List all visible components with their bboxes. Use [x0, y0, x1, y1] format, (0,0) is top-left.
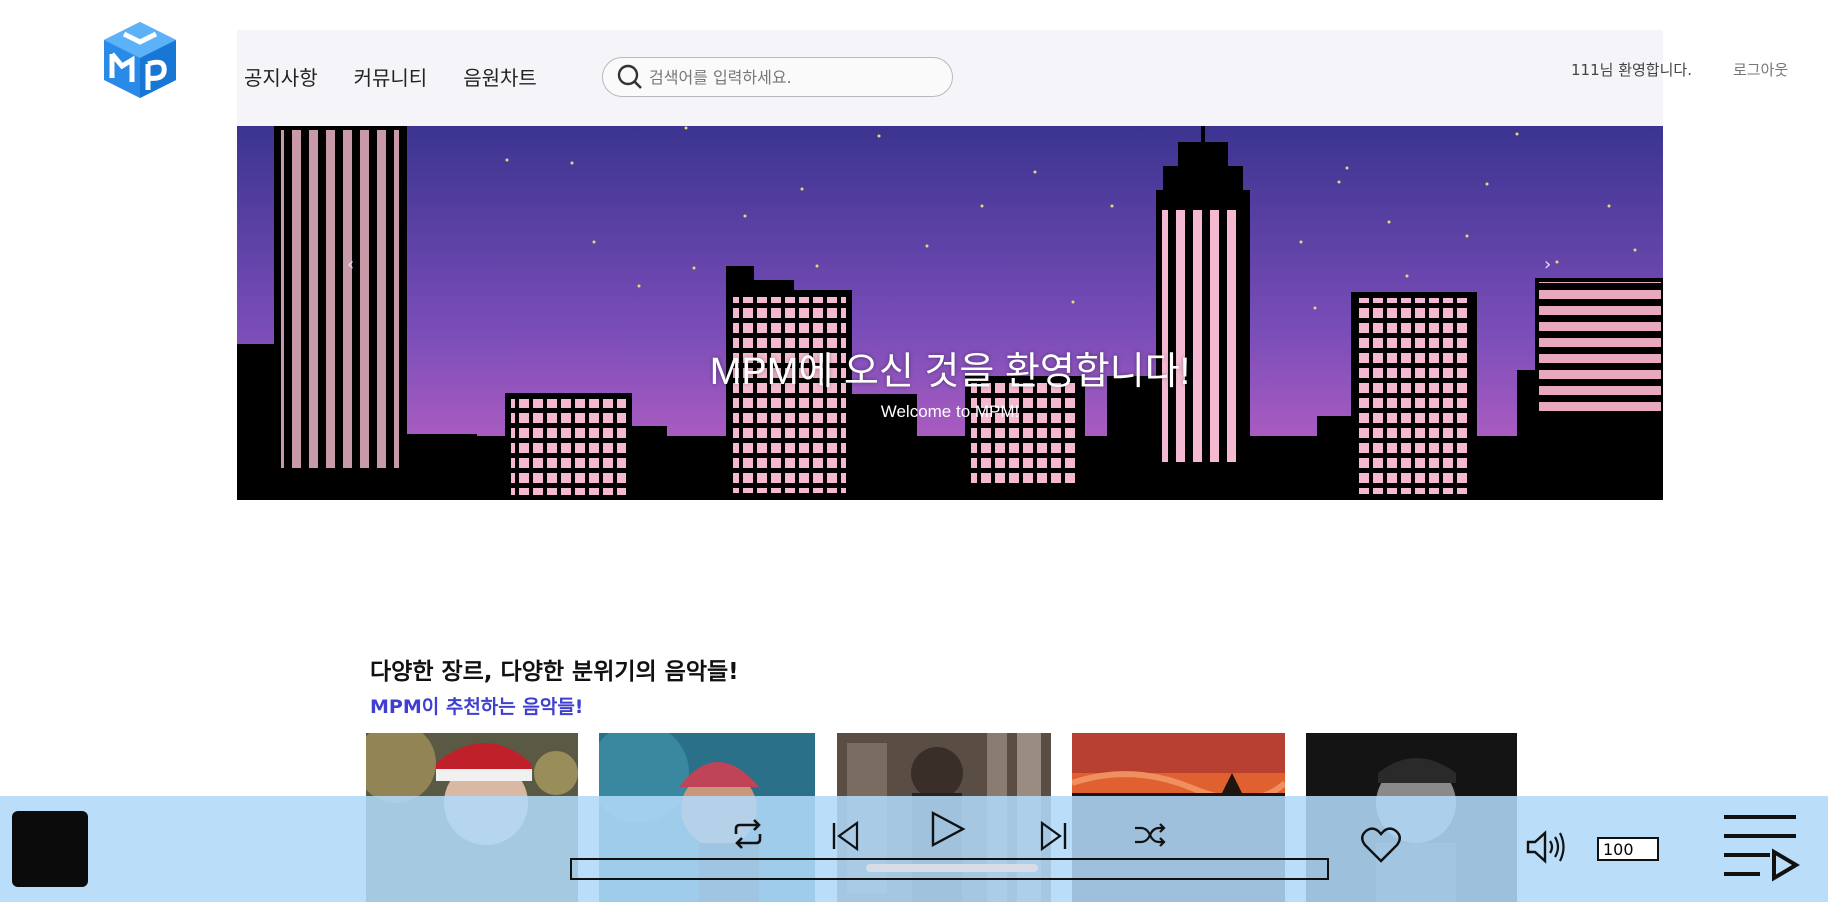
- section-title: 다양한 장르, 다양한 분위기의 음악들!: [370, 659, 739, 685]
- main-nav: 공지사항 커뮤니티 음원차트: [244, 62, 537, 91]
- playback-progress[interactable]: [570, 858, 1329, 880]
- page: 공지사항 커뮤니티 음원차트 111님 환영합니다. 로그아웃: [0, 0, 1828, 902]
- shuffle-icon[interactable]: [1133, 822, 1167, 848]
- heart-icon[interactable]: [1360, 826, 1402, 864]
- section-subtitle: MPM이 추천하는 음악들!: [370, 696, 584, 718]
- search-input[interactable]: [649, 67, 939, 87]
- repeat-icon[interactable]: [730, 818, 766, 850]
- album-art: [12, 811, 88, 887]
- hero-banner: ‹ › MPM에 오신 것을 환영합니다! Welcome to MPM!: [237, 126, 1663, 500]
- city-skyline-illustration: [237, 126, 1663, 500]
- banner-next-arrow[interactable]: ›: [1544, 254, 1551, 275]
- welcome-text: 111님 환영합니다.: [1571, 61, 1692, 79]
- banner-subtitle: Welcome to MPM!: [880, 402, 1020, 421]
- search-icon[interactable]: [617, 64, 643, 90]
- progress-thumb[interactable]: [866, 864, 1038, 872]
- nav-notice[interactable]: 공지사항: [244, 62, 318, 91]
- banner-prev-arrow[interactable]: ‹: [347, 254, 354, 275]
- volume-icon[interactable]: [1525, 830, 1567, 864]
- playlist-icon[interactable]: [1720, 812, 1800, 884]
- previous-icon[interactable]: [831, 820, 861, 852]
- search-box: [602, 57, 953, 97]
- mpm-logo[interactable]: [102, 20, 178, 100]
- logout-link[interactable]: 로그아웃: [1733, 59, 1788, 80]
- volume-input[interactable]: [1597, 837, 1659, 861]
- play-icon[interactable]: [930, 810, 966, 848]
- next-icon[interactable]: [1038, 820, 1068, 852]
- music-player-bar: [0, 796, 1828, 902]
- banner-title: MPM에 오신 것을 환영합니다!: [709, 351, 1191, 393]
- nav-chart[interactable]: 음원차트: [463, 62, 537, 91]
- nav-community[interactable]: 커뮤니티: [354, 62, 428, 91]
